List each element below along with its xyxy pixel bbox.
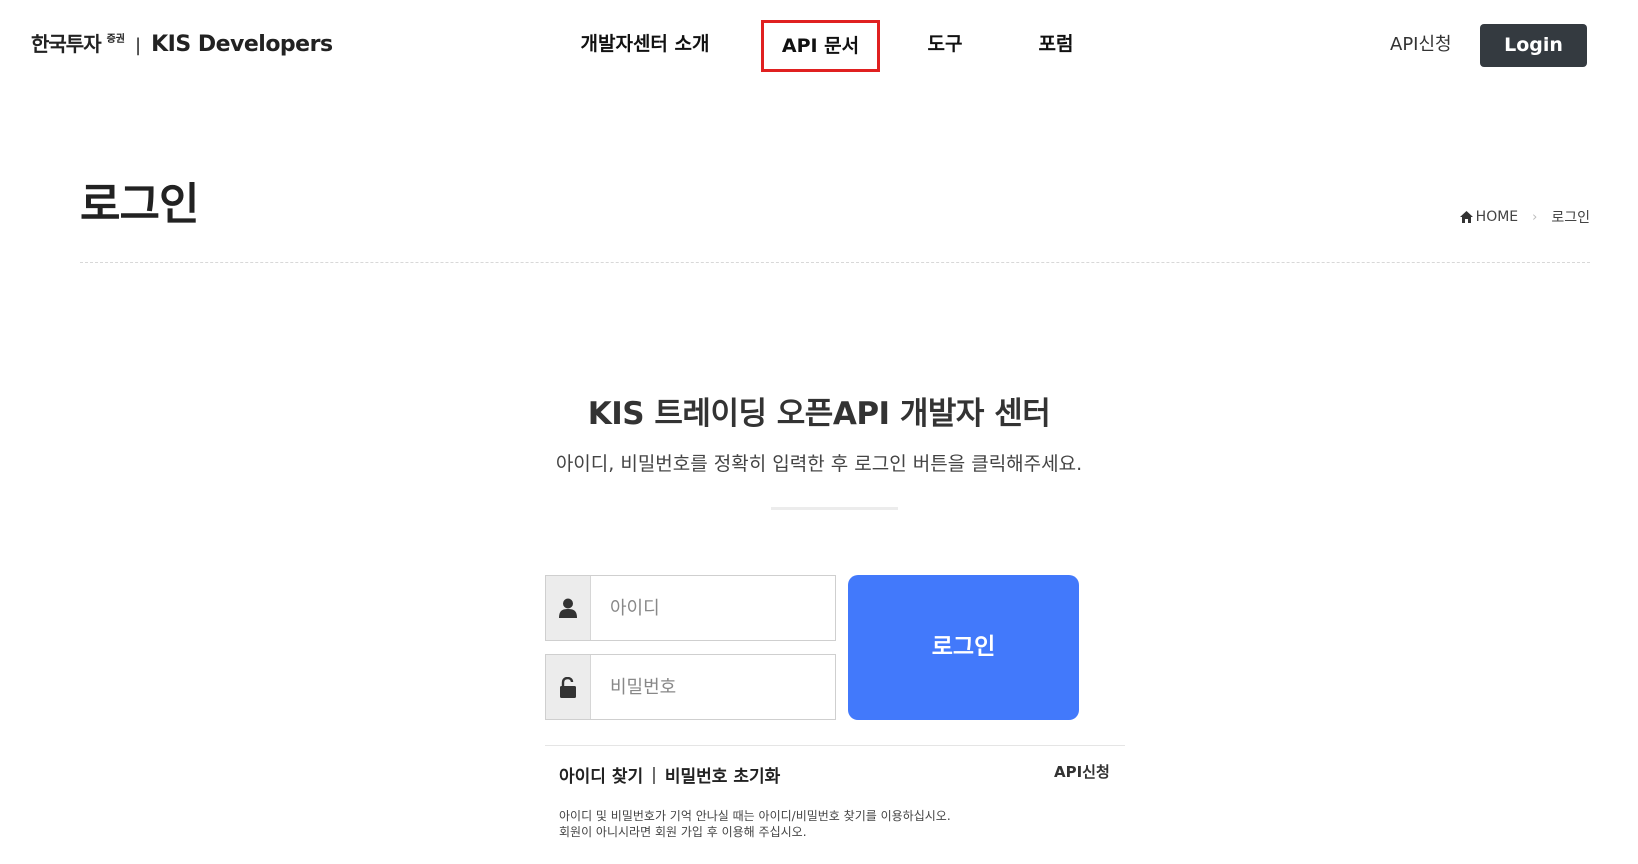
- heading-divider: [771, 507, 898, 510]
- breadcrumb-current: 로그인: [1551, 210, 1590, 226]
- reset-password-link[interactable]: 비밀번호 초기화: [665, 762, 780, 787]
- id-field-addon: [546, 576, 591, 640]
- title-divider: [80, 262, 1590, 263]
- header-login-button[interactable]: Login: [1480, 24, 1587, 67]
- login-notice: 아이디 및 비밀번호가 기억 안나실 때는 아이디/비밀번호 찾기를 이용하십시…: [559, 808, 951, 840]
- login-subheading: 아이디, 비밀번호를 정확히 입력한 후 로그인 버튼을 클릭해주세요.: [555, 453, 1083, 475]
- site-header: 한국투자 증권 | KIS Developers 개발자센터 소개 API 문서…: [0, 0, 1638, 90]
- api-apply-link[interactable]: API신청: [1390, 30, 1452, 56]
- logo-company: 한국투자: [31, 32, 102, 56]
- home-icon: [1459, 211, 1473, 223]
- notice-line-1: 아이디 및 비밀번호가 기억 안나실 때는 아이디/비밀번호 찾기를 이용하십시…: [559, 809, 951, 823]
- unlock-icon: [560, 676, 576, 698]
- id-field: [545, 575, 836, 641]
- site-logo[interactable]: 한국투자 증권 | KIS Developers: [31, 28, 333, 57]
- id-input[interactable]: [591, 576, 835, 640]
- notice-line-2: 회원이 아니시라면 회원 가입 후 이용해 주십시오.: [559, 825, 807, 839]
- password-field: [545, 654, 836, 720]
- form-divider: [545, 745, 1125, 746]
- logo-sup: 증권: [106, 34, 126, 45]
- api-apply-small-link[interactable]: API신청: [1054, 761, 1110, 782]
- user-icon: [559, 598, 577, 618]
- logo-product: KIS Developers: [151, 32, 333, 57]
- password-field-addon: [546, 655, 591, 719]
- account-links: 아이디 찾기 | 비밀번호 초기화: [559, 762, 780, 788]
- breadcrumb-arrow: ›: [1532, 209, 1538, 225]
- nav-item-api-docs[interactable]: API 문서: [761, 20, 880, 72]
- find-id-link[interactable]: 아이디 찾기: [559, 762, 643, 787]
- logo-separator: |: [135, 35, 142, 56]
- nav-item-tools[interactable]: 도구: [915, 20, 975, 72]
- page-title: 로그인: [80, 179, 199, 230]
- breadcrumb-home[interactable]: HOME: [1476, 209, 1518, 225]
- breadcrumb: HOME › 로그인: [1459, 207, 1590, 227]
- nav-item-forum[interactable]: 포럼: [1026, 20, 1086, 72]
- password-input[interactable]: [591, 655, 835, 719]
- login-submit-button[interactable]: 로그인: [848, 575, 1079, 720]
- login-heading: KIS 트레이딩 오픈API 개발자 센터: [587, 396, 1051, 432]
- links-separator: |: [651, 764, 657, 785]
- nav-item-about[interactable]: 개발자센터 소개: [570, 20, 720, 72]
